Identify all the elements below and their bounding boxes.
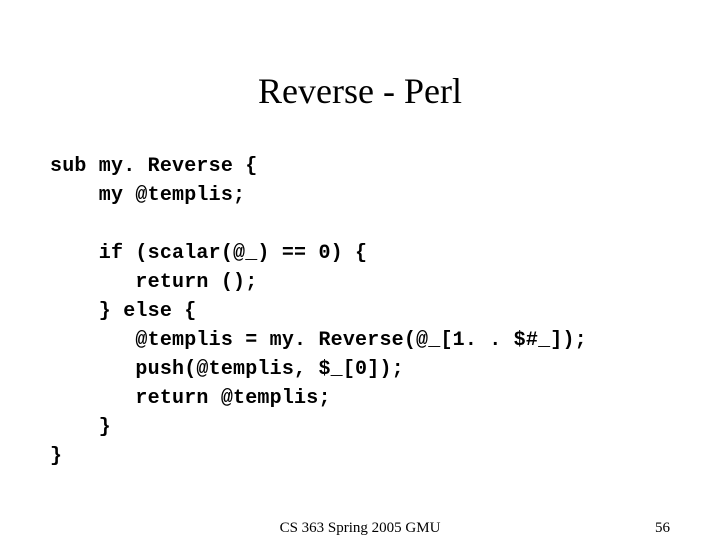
code-line: } [50,445,62,468]
code-line: sub my. Reverse { [50,155,257,178]
code-line: @templis = my. Reverse(@_[1. . $#_]); [50,329,587,352]
code-line: if (scalar(@_) == 0) { [50,242,367,265]
footer-course: CS 363 Spring 2005 GMU [280,520,441,537]
code-line: my @templis; [50,184,245,207]
code-line: } [50,416,111,439]
page-number: 56 [655,520,670,537]
code-block: sub my. Reverse { my @templis; if (scala… [50,152,670,471]
code-line: } else { [50,300,196,323]
code-line: return @templis; [50,387,331,410]
slide-title: Reverse - Perl [50,70,670,112]
slide: Reverse - Perl sub my. Reverse { my @tem… [0,0,720,540]
code-line: push(@templis, $_[0]); [50,358,404,381]
code-line: return (); [50,271,257,294]
